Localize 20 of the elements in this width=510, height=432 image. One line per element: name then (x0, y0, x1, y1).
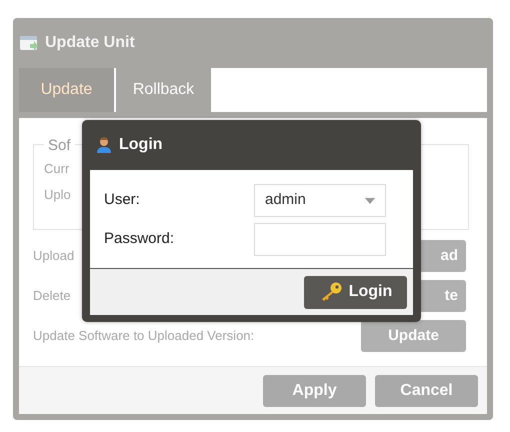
window-title: Update Unit (45, 33, 135, 53)
field-label: Curr (44, 161, 70, 176)
login-button[interactable]: Login (304, 276, 407, 308)
action-label: Upload (33, 247, 74, 266)
action-label: Delete (33, 287, 71, 306)
action-label: Update Software to Uploaded Version: (33, 327, 254, 346)
apply-button[interactable]: Apply (263, 374, 366, 406)
cancel-button[interactable]: Cancel (375, 374, 478, 406)
dialog-title: Login (119, 135, 163, 155)
field-label: Uplo (44, 187, 71, 202)
caret-icon (365, 198, 375, 204)
password-label: Password: (104, 229, 176, 250)
tab[interactable]: Rollback (116, 68, 213, 112)
user-icon (96, 137, 112, 153)
user-label: User: (104, 190, 141, 210)
password-field[interactable] (254, 223, 386, 256)
user-select[interactable]: admin (254, 184, 386, 217)
action-button[interactable]: Update (361, 320, 466, 352)
update-icon (19, 34, 39, 52)
tab[interactable]: Update (19, 68, 116, 112)
